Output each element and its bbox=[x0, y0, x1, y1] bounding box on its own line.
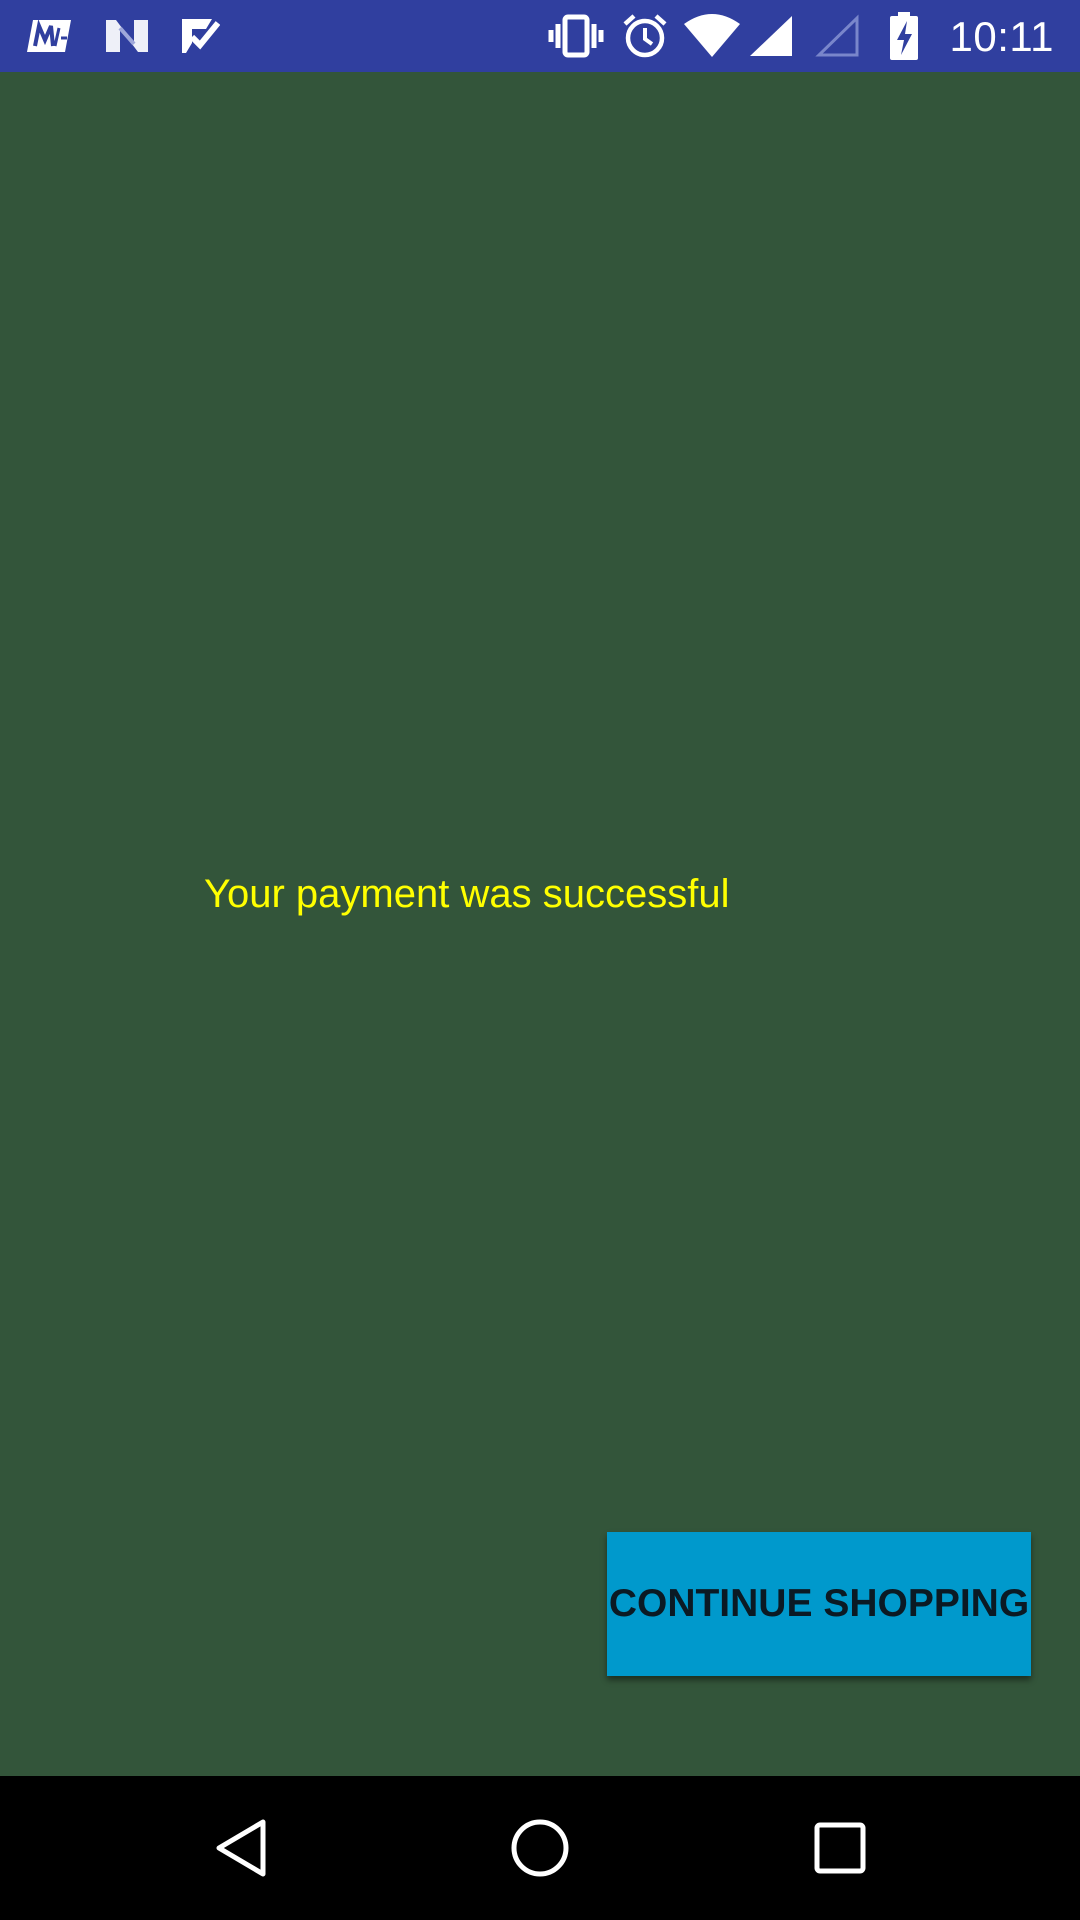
recents-icon[interactable] bbox=[760, 1776, 920, 1920]
main-content: Your payment was successful CONTINUE SHO… bbox=[0, 72, 1080, 1776]
navigation-bar bbox=[0, 1776, 1080, 1920]
payment-success-message: Your payment was successful bbox=[204, 872, 730, 916]
screen: 10:11 Your payment was successful CONTIN… bbox=[0, 0, 1080, 1920]
home-icon[interactable] bbox=[460, 1776, 620, 1920]
continue-shopping-button[interactable]: CONTINUE SHOPPING bbox=[607, 1532, 1031, 1676]
alarm-icon bbox=[620, 0, 670, 72]
app-notification-icon bbox=[22, 0, 82, 72]
status-bar: 10:11 bbox=[0, 0, 1080, 72]
back-icon[interactable] bbox=[161, 1776, 321, 1920]
vibrate-icon bbox=[546, 0, 606, 72]
wifi-icon bbox=[682, 0, 742, 72]
battery-charging-icon bbox=[884, 0, 924, 72]
n-notification-icon bbox=[102, 0, 152, 72]
cell-signal-empty-icon bbox=[812, 0, 862, 72]
status-time: 10:11 bbox=[949, 13, 1054, 60]
cell-signal-icon bbox=[746, 0, 796, 72]
check-notification-icon bbox=[176, 0, 222, 72]
